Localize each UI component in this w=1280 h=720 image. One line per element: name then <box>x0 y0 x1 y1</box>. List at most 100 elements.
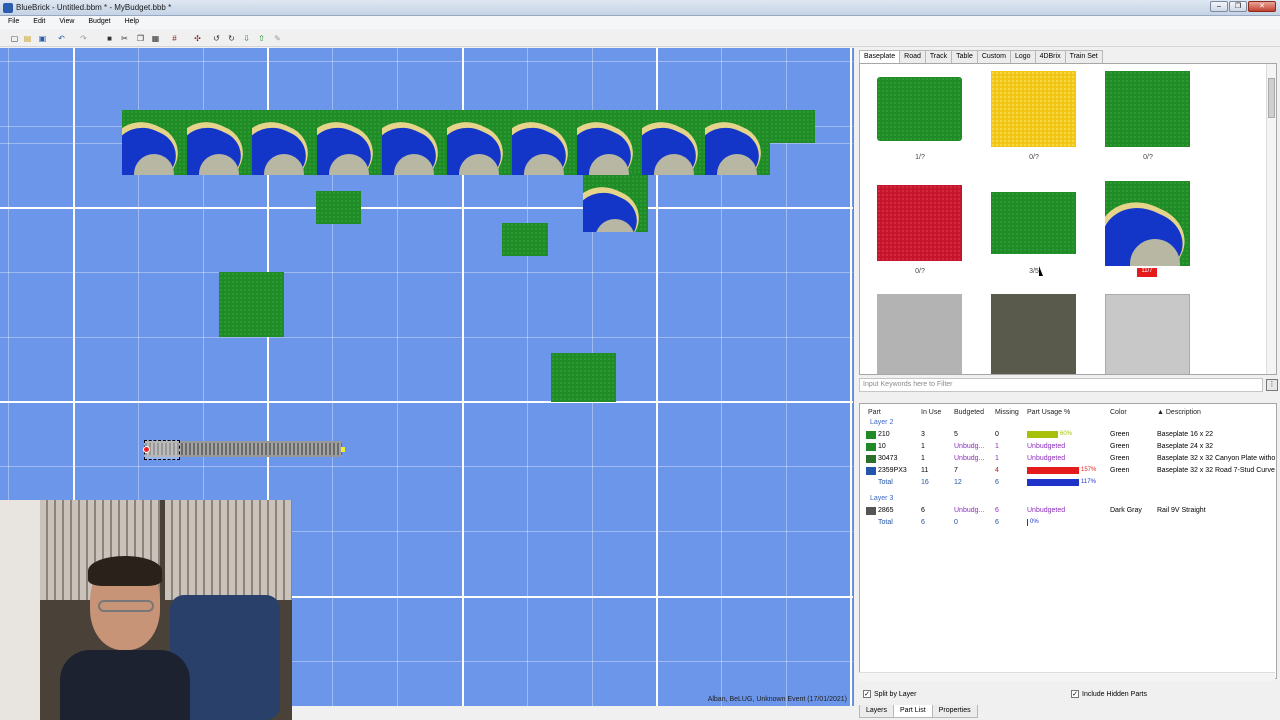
delete-icon[interactable]: ■ <box>105 34 114 43</box>
library-item[interactable] <box>991 294 1076 374</box>
filter-input[interactable]: Input Keywords here to Filter <box>859 378 1263 392</box>
column-missing[interactable]: Missing <box>995 409 1019 416</box>
rail-track[interactable] <box>143 440 345 460</box>
table-row[interactable]: 30473 1 Unbudg... 1 Green Baseplate 32 x 32 C… <box>860 453 1276 465</box>
part-list-scrollbar[interactable] <box>859 672 1275 681</box>
cell-in-use: 1 <box>921 455 925 462</box>
save-icon[interactable]: ▣ <box>38 34 47 43</box>
library-item[interactable] <box>877 77 962 141</box>
cell-in-use: 6 <box>921 519 925 526</box>
tab-properties[interactable]: Properties <box>931 705 978 718</box>
tab-track[interactable]: Track <box>924 50 953 63</box>
usage-label: 157% <box>1081 467 1097 473</box>
send-back-icon[interactable]: ⇩ <box>242 34 251 43</box>
copy-icon[interactable]: ❐ <box>136 34 145 43</box>
baseplate[interactable] <box>551 353 616 402</box>
tab-baseplate[interactable]: Baseplate <box>859 50 901 64</box>
table-row[interactable]: 2865 6 Unbudg... 6 Dark Gray Rail 9V Straight… <box>860 505 1276 517</box>
canyon-plate[interactable] <box>512 110 577 175</box>
baseplate[interactable] <box>219 272 284 337</box>
canyon-plate[interactable] <box>577 110 642 175</box>
total-row[interactable]: Total 6 0 6 0% <box>860 517 1276 529</box>
usage-label: Unbudgeted <box>1027 507 1066 514</box>
split-by-layer-checkbox[interactable]: ✓ Split by Layer <box>863 690 916 698</box>
library-item-count: 0/? <box>915 268 925 275</box>
part-icon <box>866 443 876 451</box>
usage-label: Unbudgeted <box>1027 455 1066 462</box>
part-icon <box>866 467 876 475</box>
usage-bar <box>1027 431 1059 438</box>
redo-icon[interactable]: ↷ <box>79 34 88 43</box>
paint-icon[interactable]: ✎ <box>273 34 282 43</box>
library-item[interactable] <box>1105 181 1190 266</box>
grid-step-icon[interactable]: ✣ <box>193 34 202 43</box>
canyon-plate[interactable] <box>583 175 648 232</box>
cell-part: 2865 <box>878 507 894 514</box>
library-item[interactable] <box>877 185 962 261</box>
table-row[interactable]: 10 1 Unbudg... 1 Green Baseplate 24 x 32 Unbud… <box>860 441 1276 453</box>
menu-file[interactable]: File <box>0 16 25 25</box>
column-part[interactable]: Part <box>868 409 881 416</box>
canyon-plate[interactable] <box>705 110 770 175</box>
column-color[interactable]: Color <box>1110 409 1127 416</box>
tab-custom[interactable]: Custom <box>976 50 1011 63</box>
close-button[interactable]: ✕ <box>1248 1 1276 12</box>
library-item[interactable] <box>1105 294 1190 374</box>
menu-view[interactable]: View <box>51 16 80 25</box>
part-library: 1/? 0/? 0/? 0/? 3/5 11/7 <box>859 63 1277 375</box>
canyon-plate[interactable] <box>252 110 317 175</box>
bring-front-icon[interactable]: ⇧ <box>257 34 266 43</box>
undo-icon[interactable]: ↶ <box>57 34 66 43</box>
tab-logo[interactable]: Logo <box>1009 50 1036 63</box>
canyon-plate[interactable] <box>382 110 447 175</box>
tab-train-set[interactable]: Train Set <box>1064 50 1103 63</box>
column-budgeted[interactable]: Budgeted <box>954 409 984 416</box>
include-hidden-parts-checkbox[interactable]: ✓ Include Hidden Parts <box>1071 690 1147 698</box>
canyon-plate[interactable] <box>642 110 707 175</box>
tab-table[interactable]: Table <box>951 50 978 63</box>
right-panel: Baseplate Road Track Table Custom Logo 4… <box>857 48 1280 720</box>
baseplate[interactable] <box>502 223 548 256</box>
column-in-use[interactable]: In Use <box>921 409 941 416</box>
library-item[interactable] <box>991 71 1076 147</box>
library-item[interactable] <box>991 192 1076 254</box>
minimize-button[interactable]: – <box>1210 1 1228 12</box>
canyon-plate[interactable] <box>122 110 187 175</box>
table-row[interactable]: 2359PX3 11 7 4 Green Baseplate 32 x 32 Road 7… <box>860 465 1276 477</box>
total-row[interactable]: Total 16 12 6 117% <box>860 477 1276 489</box>
cell-missing: 1 <box>995 455 999 462</box>
menu-help[interactable]: Help <box>117 16 145 25</box>
canyon-plate[interactable] <box>187 110 252 175</box>
window-title: BlueBrick - Untitled.bbm * - MyBudget.bb… <box>16 3 172 12</box>
canyon-plate[interactable] <box>447 110 512 175</box>
track-connection-point[interactable] <box>341 447 345 452</box>
library-item[interactable] <box>877 294 962 374</box>
cut-icon[interactable]: ✂ <box>120 34 129 43</box>
library-item[interactable] <box>1105 71 1190 147</box>
tab-road[interactable]: Road <box>899 50 926 63</box>
library-item-count: 0/? <box>1143 154 1153 161</box>
column-part-usage[interactable]: Part Usage % <box>1027 409 1070 416</box>
column-description[interactable]: ▲ Description <box>1157 409 1201 416</box>
part-icon <box>866 455 876 463</box>
rotate-right-icon[interactable]: ↻ <box>227 34 236 43</box>
library-scrollbar[interactable] <box>1266 64 1276 374</box>
snap-grid-icon[interactable]: # <box>170 34 179 43</box>
open-icon[interactable]: ▤ <box>23 34 32 43</box>
tab-4dbrix[interactable]: 4DBrix <box>1034 50 1066 63</box>
tab-layers[interactable]: Layers <box>859 705 895 718</box>
maximize-button[interactable]: ❐ <box>1229 1 1247 12</box>
canyon-plate[interactable] <box>317 110 382 175</box>
tab-part-list[interactable]: Part List <box>893 705 933 718</box>
menu-edit[interactable]: Edit <box>25 16 51 25</box>
menu-budget[interactable]: Budget <box>80 16 116 25</box>
rotate-left-icon[interactable]: ↺ <box>212 34 221 43</box>
table-row[interactable]: 210 3 5 0 Green Baseplate 16 x 22 60% <box>860 429 1276 441</box>
title-bar: BlueBrick - Untitled.bbm * - MyBudget.bb… <box>0 0 1280 16</box>
cell-missing: 6 <box>995 479 999 486</box>
paste-icon[interactable]: ▦ <box>151 34 160 43</box>
filter-options-icon[interactable]: ⋮ <box>1266 379 1278 391</box>
new-icon[interactable]: ▢ <box>10 34 19 43</box>
baseplate[interactable] <box>316 191 361 224</box>
track-connection-point[interactable] <box>143 446 150 453</box>
